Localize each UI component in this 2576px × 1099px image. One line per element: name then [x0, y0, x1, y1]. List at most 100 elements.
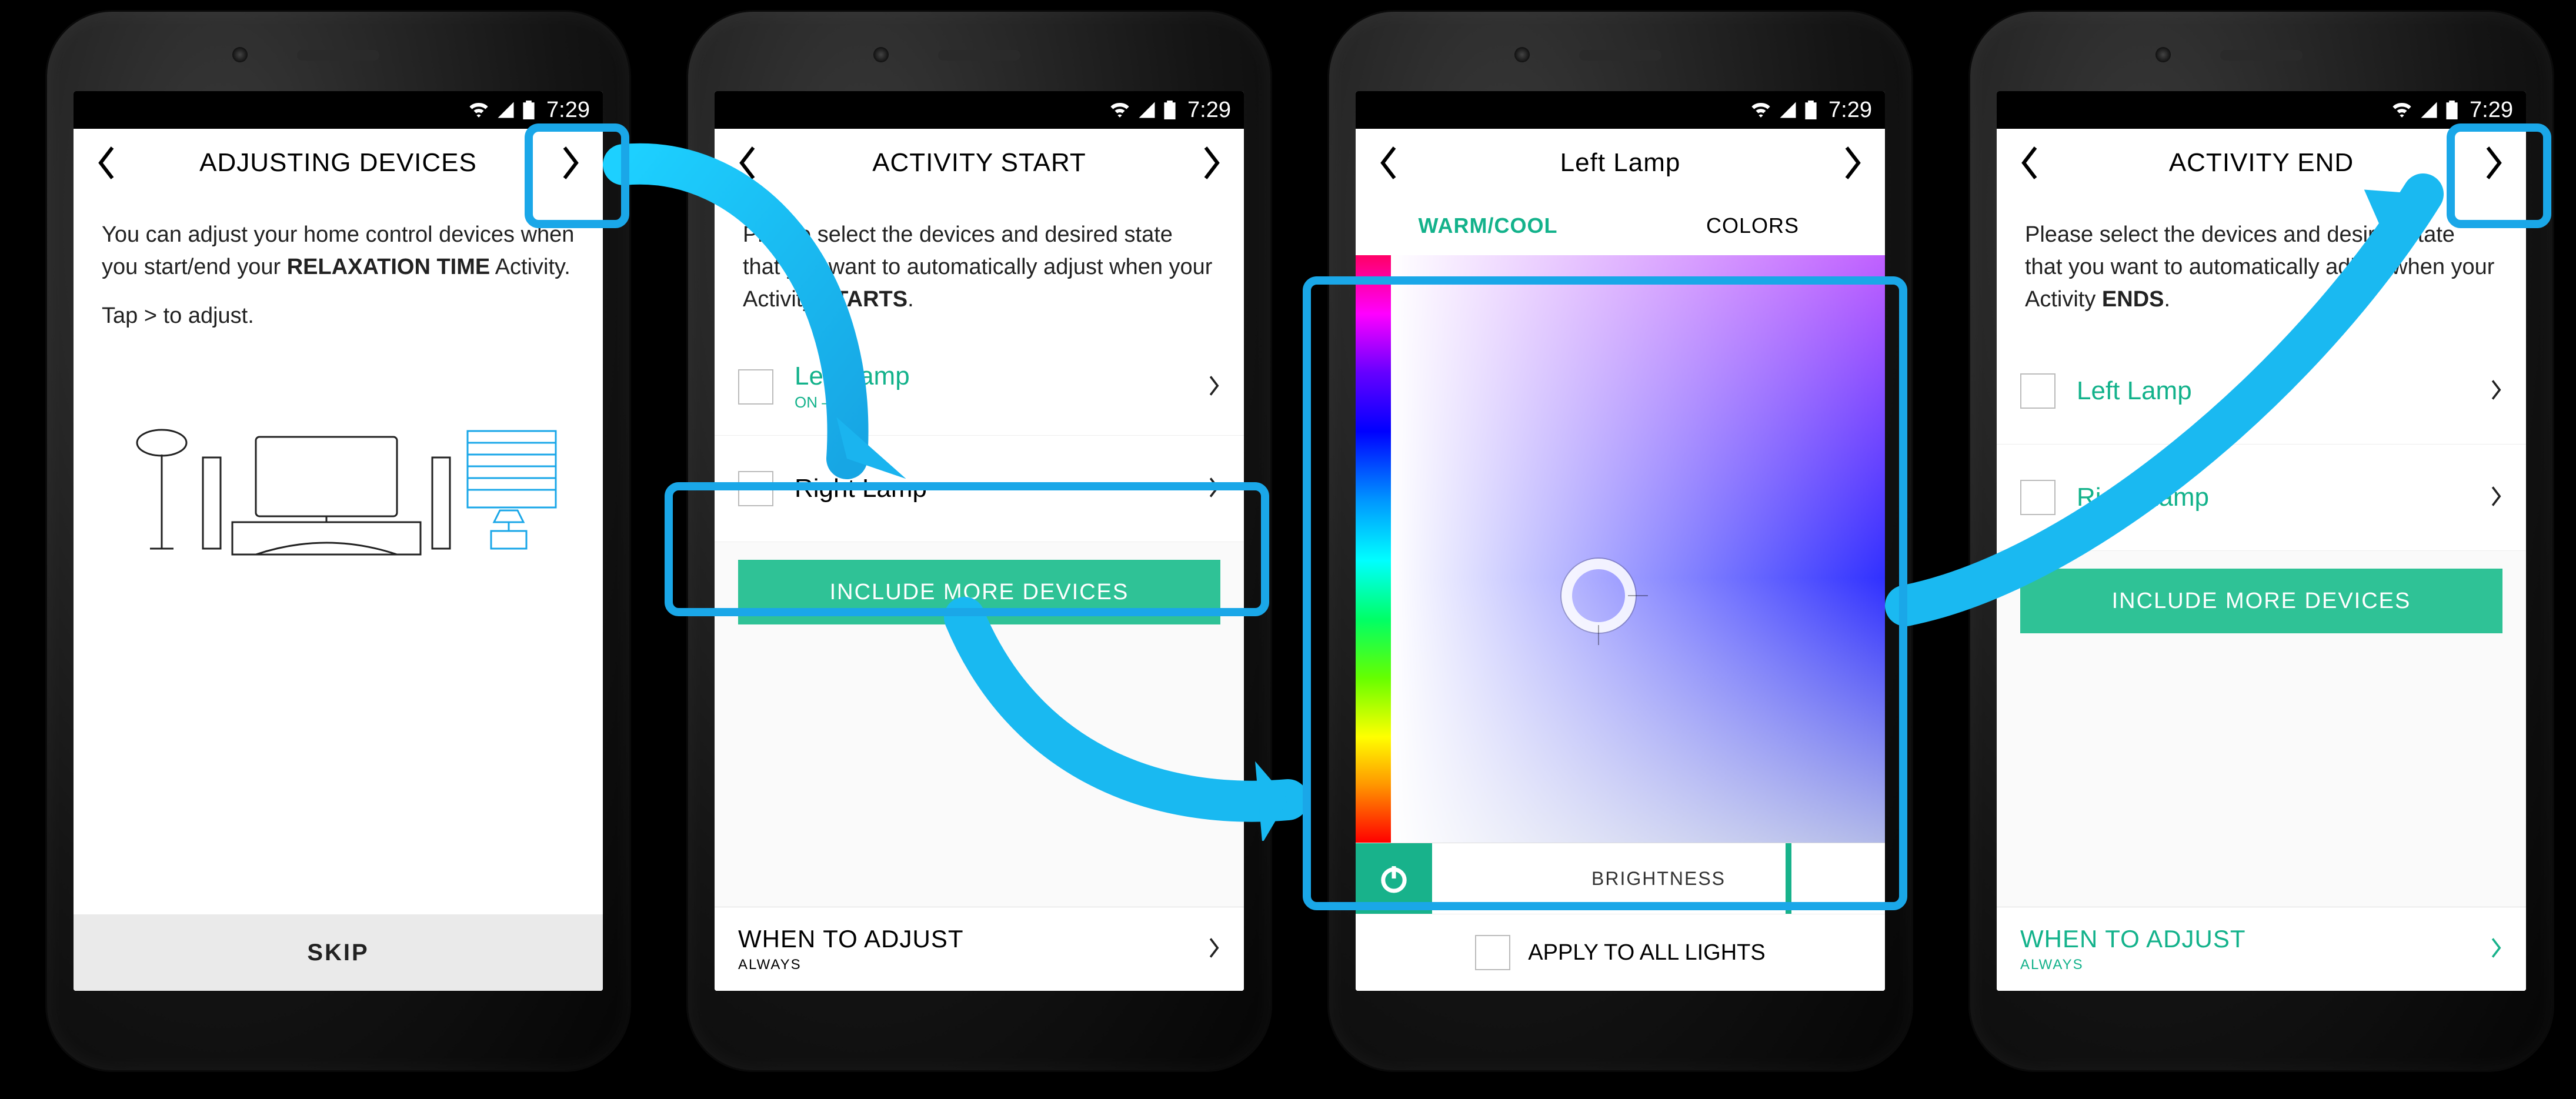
chevron-right-icon	[558, 145, 581, 181]
device-label: Right Lamp	[2077, 483, 2488, 512]
checkbox[interactable]	[738, 369, 773, 405]
next-button[interactable]	[1182, 135, 1238, 191]
app-bar: ACTIVITY START	[715, 129, 1244, 197]
phone-2: 7:29 ACTIVITY START Please select the de…	[688, 12, 1270, 1070]
wta-sub: ALWAYS	[2020, 957, 2488, 973]
status-bar: 7:29	[1997, 91, 2526, 129]
battery-icon	[2446, 101, 2458, 119]
screen-title: Left Lamp	[1417, 148, 1823, 178]
intro-tap: Tap > to adjust.	[102, 300, 575, 332]
wta-title: WHEN TO ADJUST	[2020, 925, 2488, 953]
phone-1: 7:29 ADJUSTING DEVICES You can adjust yo…	[47, 12, 629, 1070]
living-room-illustration	[102, 372, 575, 572]
signal-icon	[497, 101, 515, 119]
include-label: INCLUDE MORE DEVICES	[830, 580, 1129, 605]
device-row-left-lamp[interactable]: Left Lamp	[1997, 338, 2526, 445]
app-bar: ADJUSTING DEVICES	[74, 129, 603, 197]
checkbox[interactable]	[738, 471, 773, 506]
brightness-slider[interactable]: BRIGHTNESS	[1432, 843, 1885, 914]
phone-4: 7:29 ACTIVITY END Please select the devi…	[1970, 12, 2552, 1070]
brightness-bar: BRIGHTNESS	[1356, 843, 1885, 914]
next-button[interactable]	[541, 135, 597, 191]
device-label: Left Lamp	[2077, 376, 2488, 406]
intro-part-a: Please select the devices and desired st…	[743, 222, 1212, 312]
checkbox[interactable]	[1475, 935, 1510, 970]
status-time: 7:29	[1187, 98, 1231, 123]
intro-text: Please select the devices and desired st…	[1997, 196, 2526, 338]
tab-warm-cool[interactable]: WARM/COOL	[1356, 196, 1620, 255]
back-button[interactable]	[2003, 135, 2058, 191]
tab-label: WARM/COOL	[1419, 213, 1558, 238]
screen-title: ACTIVITY START	[776, 148, 1182, 178]
wifi-icon	[1110, 101, 1130, 119]
status-bar: 7:29	[74, 91, 603, 129]
battery-icon	[1164, 101, 1176, 119]
intro-bold: RELAXATION TIME	[287, 255, 490, 279]
next-button[interactable]	[1823, 135, 1879, 191]
chevron-right-icon	[2488, 933, 2502, 965]
hue-slider[interactable]	[1356, 255, 1391, 843]
chevron-left-icon	[737, 145, 760, 181]
app-bar: ACTIVITY END	[1997, 129, 2526, 197]
apply-to-all-row[interactable]: APPLY TO ALL LIGHTS	[1356, 914, 1885, 991]
chevron-right-icon	[2488, 375, 2502, 407]
tab-label: COLORS	[1706, 213, 1799, 238]
wifi-icon	[2392, 101, 2412, 119]
color-mode-tabs: WARM/COOL COLORS	[1356, 196, 1885, 255]
intro-bold: ENDS	[2102, 287, 2164, 312]
signal-icon	[2420, 101, 2438, 119]
back-button[interactable]	[1362, 135, 1417, 191]
checkbox[interactable]	[2020, 480, 2056, 515]
phone-3: 7:29 Left Lamp WARM/COOL COLORS	[1329, 12, 1911, 1070]
wifi-icon	[1751, 101, 1771, 119]
back-button[interactable]	[720, 135, 776, 191]
chevron-right-icon	[2488, 482, 2502, 513]
wifi-icon	[469, 101, 489, 119]
power-icon	[1377, 862, 1410, 895]
saturation-value-area[interactable]	[1391, 255, 1885, 843]
screen-title: ACTIVITY END	[2058, 148, 2464, 178]
chevron-right-icon	[1199, 145, 1222, 181]
intro-text: You can adjust your home control devices…	[74, 196, 603, 355]
signal-icon	[1138, 101, 1156, 119]
device-label: Left Lamp	[795, 362, 1206, 391]
brightness-handle[interactable]	[1786, 843, 1791, 914]
intro-part-b: Activity.	[490, 255, 570, 279]
intro-bold: STARTS	[820, 287, 907, 312]
tab-colors[interactable]: COLORS	[1620, 196, 1885, 255]
intro-text: Please select the devices and desired st…	[715, 196, 1244, 338]
picker-handle[interactable]	[1561, 559, 1636, 633]
device-row-right-lamp[interactable]: Right Lamp	[715, 436, 1244, 542]
next-button[interactable]	[2464, 135, 2520, 191]
status-time: 7:29	[1828, 98, 1872, 123]
signal-icon	[1779, 101, 1797, 119]
app-bar: Left Lamp	[1356, 129, 1885, 197]
when-to-adjust-row[interactable]: WHEN TO ADJUST ALWAYS	[715, 907, 1244, 991]
wta-title: WHEN TO ADJUST	[738, 925, 1206, 953]
color-picker-panel[interactable]	[1356, 255, 1885, 843]
power-button[interactable]	[1356, 843, 1432, 914]
intro-part-b: .	[907, 287, 914, 312]
status-bar: 7:29	[1356, 91, 1885, 129]
battery-icon	[523, 101, 535, 119]
chevron-right-icon	[2481, 145, 2504, 181]
back-button[interactable]	[79, 135, 135, 191]
screen-title: ADJUSTING DEVICES	[135, 148, 541, 178]
device-label: Right Lamp	[795, 474, 1206, 503]
wta-sub: ALWAYS	[738, 957, 1206, 973]
chevron-right-icon	[1206, 371, 1220, 403]
intro-part-b: .	[2164, 287, 2170, 312]
checkbox[interactable]	[2020, 373, 2056, 409]
apply-label: APPLY TO ALL LIGHTS	[1528, 940, 1765, 966]
include-more-devices-button[interactable]: INCLUDE MORE DEVICES	[738, 560, 1220, 624]
when-to-adjust-row[interactable]: WHEN TO ADJUST ALWAYS	[1997, 907, 2526, 991]
chevron-left-icon	[1378, 145, 1402, 181]
device-row-left-lamp[interactable]: Left Lamp ON – 80%	[715, 338, 1244, 436]
include-label: INCLUDE MORE DEVICES	[2112, 589, 2411, 614]
device-row-right-lamp[interactable]: Right Lamp	[1997, 445, 2526, 551]
chevron-right-icon	[1206, 473, 1220, 505]
include-more-devices-button[interactable]: INCLUDE MORE DEVICES	[2020, 569, 2502, 633]
skip-button[interactable]: SKIP	[74, 914, 603, 991]
skip-label: SKIP	[307, 940, 369, 966]
status-time: 7:29	[2470, 98, 2513, 123]
